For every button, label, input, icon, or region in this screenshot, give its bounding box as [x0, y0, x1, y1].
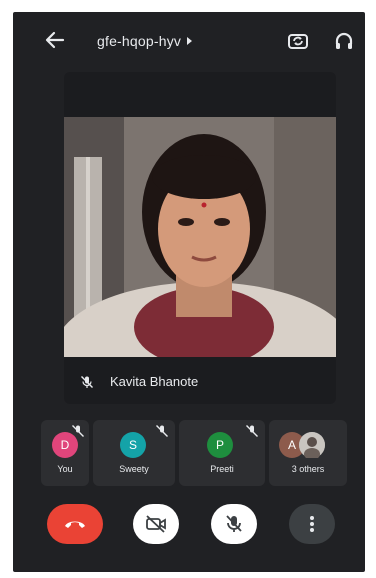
- meet-call-screen: gfe-hqop-hyv Kavita Bhanote D You S Swee…: [13, 12, 365, 572]
- meeting-code-button[interactable]: gfe-hqop-hyv: [97, 33, 193, 49]
- participant-label: 3 others: [291, 464, 325, 474]
- arrow-left-icon: [45, 31, 65, 49]
- more-options-button[interactable]: [289, 504, 335, 544]
- microphone-toggle-button[interactable]: [211, 504, 257, 544]
- participant-label: Sweety: [119, 464, 149, 474]
- main-video-tile[interactable]: Kavita Bhanote: [64, 72, 336, 404]
- participant-label: You: [57, 464, 73, 474]
- participant-tile-sweety[interactable]: S Sweety: [93, 420, 175, 486]
- mic-off-icon: [72, 425, 84, 437]
- camera-toggle-button[interactable]: [133, 504, 179, 544]
- back-button[interactable]: [43, 30, 67, 50]
- mic-off-icon: [226, 515, 242, 532]
- audio-output-button[interactable]: [333, 30, 355, 52]
- participant-tile-you[interactable]: D You: [41, 420, 89, 486]
- avatar-photo: [299, 432, 325, 458]
- switch-camera-icon: [288, 34, 308, 49]
- participant-video: [64, 117, 336, 357]
- headphones-icon: [335, 32, 353, 49]
- more-vertical-icon: [310, 516, 314, 532]
- mic-off-icon: [156, 425, 168, 437]
- participant-tile-preeti[interactable]: P Preeti: [179, 420, 265, 486]
- switch-camera-button[interactable]: [287, 30, 309, 52]
- avatar: S: [120, 432, 146, 458]
- phone-hangup-icon: [65, 521, 85, 528]
- end-call-button[interactable]: [47, 504, 103, 544]
- speaker-name: Kavita Bhanote: [110, 374, 199, 389]
- caret-right-icon: [187, 37, 193, 45]
- speaker-name-row: Kavita Bhanote: [80, 374, 198, 389]
- participant-strip: D You S Sweety P Preeti A 3 others: [41, 420, 351, 486]
- avatar: P: [207, 432, 233, 458]
- video-off-icon: [146, 515, 166, 533]
- participant-label: Preeti: [210, 464, 234, 474]
- participant-tile-others[interactable]: A 3 others: [269, 420, 347, 486]
- call-controls: [13, 496, 365, 556]
- mic-off-icon: [246, 425, 258, 437]
- top-bar: gfe-hqop-hyv: [13, 12, 365, 68]
- meeting-code: gfe-hqop-hyv: [97, 33, 182, 49]
- mic-off-icon: [81, 375, 93, 388]
